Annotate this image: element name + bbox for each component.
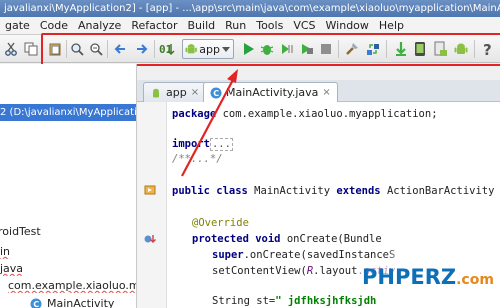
- svg-text:C: C: [213, 89, 219, 98]
- code-line-override: @Override: [192, 217, 249, 229]
- svg-text:C: C: [33, 300, 39, 308]
- menu-code[interactable]: Code: [35, 17, 73, 35]
- watermark-brand: PHPERZ: [362, 265, 457, 289]
- menu-navigate[interactable]: gate: [0, 17, 35, 35]
- window-title: javalianxi\MyApplication2] - [app] - ...…: [4, 3, 500, 14]
- cut-icon[interactable]: [2, 40, 20, 58]
- blur-overlay: [385, 230, 500, 260]
- menu-vcs[interactable]: VCS: [288, 17, 320, 35]
- override-icon[interactable]: [143, 233, 157, 248]
- close-icon[interactable]: ×: [322, 87, 330, 98]
- window-title-bar: javalianxi\MyApplication2] - [app] - ...…: [0, 0, 500, 17]
- menu-tools[interactable]: Tools: [251, 17, 288, 35]
- copy-icon[interactable]: [22, 40, 40, 58]
- project-panel: 2 (D:\javalianxi\MyApplicatio roidTest i…: [0, 64, 137, 308]
- class-icon: C: [30, 298, 42, 308]
- code-line-string: String st=" jdfhksjhfksjdh: [212, 295, 377, 307]
- code-line-class: public class MainActivity extends Action…: [172, 185, 500, 197]
- project-root[interactable]: 2 (D:\javalianxi\MyApplicatio: [0, 104, 137, 121]
- editor-gutter: [137, 102, 167, 308]
- code-line-oncreate: protected void onCreate(Bundle: [192, 233, 382, 245]
- tree-item-java[interactable]: java: [0, 261, 136, 276]
- menu-build[interactable]: Build: [183, 17, 221, 35]
- menu-analyze[interactable]: Analyze: [73, 17, 126, 35]
- menu-window[interactable]: Window: [321, 17, 374, 35]
- tree-item-package[interactable]: com.example.xiaoluo.mya: [4, 278, 136, 293]
- project-root-label: 2 (D:\javalianxi\MyApplicatio: [0, 107, 137, 118]
- class-icon: C: [210, 87, 222, 98]
- class-run-icon[interactable]: [144, 184, 156, 199]
- watermark-tld: .com: [456, 272, 494, 288]
- menu-run[interactable]: Run: [220, 17, 251, 35]
- code-line-import: import ...: [172, 138, 233, 151]
- android-icon: [153, 88, 159, 97]
- watermark: PHPERZ.com: [358, 262, 500, 296]
- close-icon[interactable]: ×: [191, 87, 199, 98]
- code-line-super: super.onCreate(savedInstanceS: [212, 249, 396, 261]
- tab-app[interactable]: app ×: [143, 82, 207, 102]
- editor-tab-bar: app × C MainActivity.java ×: [137, 80, 500, 102]
- code-line-package: package com.example.xiaoluo.myapplicatio…: [172, 108, 438, 120]
- tree-item-main[interactable]: in: [0, 244, 136, 259]
- highlight-frame: [41, 33, 500, 66]
- menu-refactor[interactable]: Refactor: [126, 17, 182, 35]
- code-line-comment: /**...*/: [172, 153, 223, 165]
- tab-main-activity[interactable]: C MainActivity.java ×: [203, 82, 338, 102]
- tree-item-main-activity[interactable]: C MainActivity: [30, 296, 136, 308]
- menu-help[interactable]: Help: [374, 17, 409, 35]
- tree-item-android-test[interactable]: roidTest: [0, 224, 135, 239]
